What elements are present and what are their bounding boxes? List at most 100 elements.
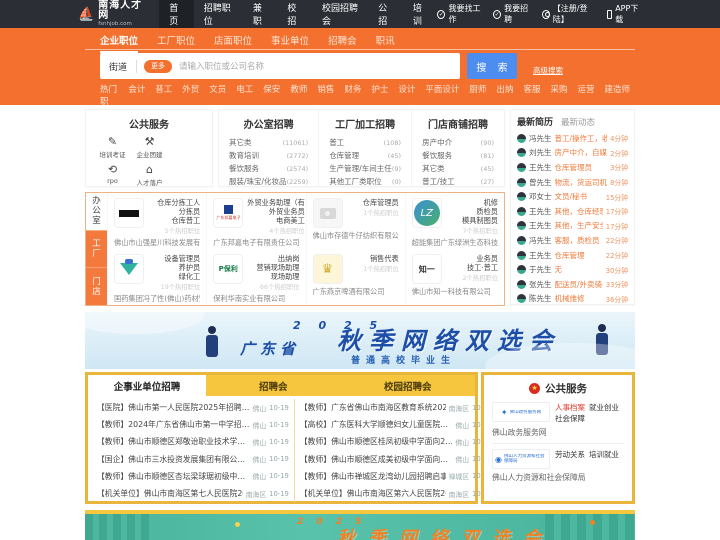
service-talent-settle[interactable]: ⌂ 人才落户 [131,163,168,187]
resume-row[interactable]: 于先生无 30分钟 [517,262,628,277]
subnav-store-jobs[interactable]: 店面职位 [214,33,252,53]
subnav-job-fair[interactable]: 招聘会 [328,33,357,53]
resume-row[interactable]: 陈先生 机械维修 36分钟 [517,292,628,307]
company-card[interactable]: ♛ 销售代表 1个热招职位 广东燕京啤酒有限公司 [305,249,405,305]
company-card[interactable]: 广东邦嘉电子 外贸业务助理（有 外贸业务员 电商美工 4个热招职位 广东邦嘉电子… [206,193,305,249]
service-tag[interactable]: 社会保障 [555,414,585,423]
category-link[interactable]: 仓库管理 (45) [329,149,401,162]
listing-row[interactable]: 【教师】2024年广东省佛山市第一中学招… 佛山 10-19 [97,416,289,433]
search-button[interactable]: 搜 索 [467,53,517,79]
listing-title: 【教师】佛山市顺德区杏坛梁球琚初级中… [97,471,246,481]
resume-row[interactable]: 王先生其他，生产安全员17分钟 [517,219,628,234]
listing-row[interactable]: 【高校】广东医科大学顺德妇女儿童医院…佛山10-19 [300,416,492,433]
listing-row[interactable]: 【机关单位】佛山市南海区第六人民医院2024…南海区10-18 [300,485,492,502]
more-badge[interactable]: 更多 [144,59,173,73]
tab-campus-fair[interactable]: 校园招聘会 [341,375,476,396]
company-card[interactable]: 仓库分拣工人 分拣员 仓库普工 5个热招职位 佛山市山强星川科技发展有… [107,193,206,249]
resume-row[interactable]: 王先生 其他，仓库经理 17分钟 [517,204,628,219]
menu-campus-fair[interactable]: 校园招聘会 [312,0,368,28]
hire-label: 我要招聘 [504,4,529,24]
vtab-factory[interactable]: 工厂 [86,230,107,268]
register-login-link[interactable]: 【注册/登陆】 [541,3,597,25]
gov-service-item[interactable]: ◉ 佛山人力资源和社会保障局 劳动关系 培训就业 [492,449,624,469]
company-card[interactable]: 仓库管理员 1个热招职位 佛山市存德牛仔纺织有限公司 [305,193,405,249]
resume-row[interactable]: 冯先生普工/操作工，收…4分钟 [517,131,628,146]
category-link[interactable]: 生产管理/车间主任 (9) [329,162,401,175]
resume-row[interactable]: 刘先生房产中介，自媒体…2分钟 [517,146,628,161]
company-card[interactable]: LZ 机修 质检员 模具制图员 7个热招职位 超能集团广东绿洲生态科技… [404,193,504,249]
service-tag[interactable]: 就业创业 [589,403,619,412]
service-tag[interactable]: 人事档案 [555,403,585,412]
resume-row[interactable]: 曾先生物流，货运司机…8分钟 [517,175,628,190]
listing-row[interactable]: 【教师】佛山市顺德区杏坛梁球琚初级中… 佛山 10-19 [97,468,289,485]
category-link[interactable]: 服装/珠宝/化妆品 (2259) [229,175,308,188]
category-link[interactable]: 餐饮服务 (81) [422,149,494,162]
resume-row[interactable]: 冯先生 客服，质检员 22分钟 [517,233,628,248]
category-link[interactable]: 教育培训 (2772) [229,149,308,162]
region-dropdown[interactable]: 街道 [100,60,136,73]
service-training-cert[interactable]: ✎ 培训考证 [94,135,131,159]
tab-latest-resumes[interactable]: 最新简历 [517,115,553,128]
menu-public[interactable]: 公招 [368,0,403,28]
listing-row[interactable]: 【教师】广东省佛山市南海区教育系统202…南海区10-19 [300,399,492,416]
camera-placeholder-icon [312,198,343,228]
menu-jobs[interactable]: 招聘职位 [194,0,243,28]
category-link[interactable]: 普工 (108) [329,136,401,149]
service-tag[interactable]: 劳动关系 [555,450,585,459]
category-link[interactable]: 餐饮服务 (2574) [229,162,308,175]
listing-row[interactable]: 【教师】佛山市顺德区桂凤初级中学面向2…佛山10-18 [300,433,492,450]
avatar [517,206,526,216]
subnav-company-jobs[interactable]: 企业职位 [100,33,139,53]
site-logo[interactable]: ⛵ 南海人才网 fsnhjob.com [78,0,145,28]
company-card[interactable]: 设备管理员 养护员 绿化工 19个热招职位 国药集团冯了性(佛山)药材饮… [107,249,206,305]
footer-fair-banner[interactable]: 2 0 2 5 秋季网络双选会 [85,510,635,540]
advanced-search-link[interactable]: 高级搜索 [533,65,563,76]
listing-row[interactable]: 【教师】佛山市顺德区郑敬诒职业技术学… 佛山 10-19 [97,433,289,450]
listing-location: 南海区 [448,404,470,413]
autumn-fair-banner[interactable]: 2 0 2 5 广东省 秋季网络双选会 普通高校毕业生 [85,312,635,369]
company-card[interactable]: P保利 出纳岗 营销现场助理 现场助理 66个热招职位 保利华南实业有限公司 [206,249,305,305]
listing-title: 【教师】广东省佛山市南海区教育系统202… [299,403,446,413]
menu-home[interactable]: 首页 [159,0,194,28]
job-title: 设备管理员 [164,254,201,263]
search-input[interactable] [179,61,460,71]
category-link[interactable]: 其它类 (11061) [229,136,308,149]
subnav-institution-jobs[interactable]: 事业单位 [271,33,309,53]
vtab-office[interactable]: 办公室 [86,193,107,231]
company-card[interactable]: 知一 业务员 技工·普工 2个热招职位 佛山市知一科技有限公司 [404,249,504,305]
listing-location: 南海区 [448,490,470,499]
gov-service-item[interactable]: ✦ 佛山政务服务网 人事档案 就业创业 社会保障 [492,402,624,424]
tab-job-fair[interactable]: 招聘会 [206,375,341,396]
category-link[interactable]: 其它类 (45) [422,162,494,175]
listing-row[interactable]: 【机关单位】佛山市南海区第七人民医院2024…南海区10-19 [97,485,289,502]
listing-row[interactable]: 【教师】佛山市顺德区成美初级中学面向…佛山10-18 [300,451,492,468]
resume-row[interactable]: 邓女士 文员/秘书 15分钟 [517,189,628,204]
subnav-factory-jobs[interactable]: 工厂职位 [157,33,195,53]
category-link[interactable]: 普工/技工 (27) [422,175,494,188]
find-job-link[interactable]: ✓ 我要找工作 [437,3,483,25]
tab-latest-activity[interactable]: 最新动态 [561,116,595,128]
category-subnav: 企业职位 工厂职位 店面职位 事业单位 招聘会 职讯 [100,33,395,53]
listing-row[interactable]: 【医院】佛山市第一人民医院2025年招聘… 佛山 10-19 [97,399,289,416]
service-tag[interactable]: 培训就业 [589,450,619,459]
tab-institution-jobs[interactable]: 企事业单位招聘 [88,375,206,396]
listing-row[interactable]: 【国企】佛山市三水投资发展集团有限公… 佛山 10-19 [97,451,289,468]
subnav-news[interactable]: 职讯 [376,33,395,53]
vtab-store[interactable]: 门店 [86,267,107,306]
service-team-building[interactable]: ⚒ 企业团建 [131,135,168,159]
resume-row[interactable]: 王先生 仓库管理员 3分钟 [517,160,628,175]
listing-row[interactable]: 【教师】佛山市禅城区龙湾幼儿园招聘启事禅城区10-18 [300,468,492,485]
category-count: (11061) [282,138,309,147]
app-download-link[interactable]: APP下载 [606,3,642,25]
resume-row[interactable]: 王先生 仓库管理 22分钟 [517,248,628,263]
menu-parttime[interactable]: 兼职 [243,0,278,28]
menu-training[interactable]: 培训 [403,0,438,28]
public-services-card: 公共服务 ✎ 培训考证 ⚒ 企业团建 ⟲ rpo ⌂ 人才落户 ⚑ 劳务派遣 [85,109,213,215]
resume-row[interactable]: 张先生配送员/外卖骑手…33分钟 [517,277,628,292]
service-rpo[interactable]: ⟲ rpo [94,163,131,187]
category-link[interactable]: 房产中介 (90) [422,136,494,149]
menu-campus[interactable]: 校招 [277,0,312,28]
job-title: 营销现场助理 [256,263,300,272]
hire-link[interactable]: ✓ 我要招聘 [493,3,532,25]
category-link[interactable]: 其他工厂类职位 (0) [329,175,401,188]
